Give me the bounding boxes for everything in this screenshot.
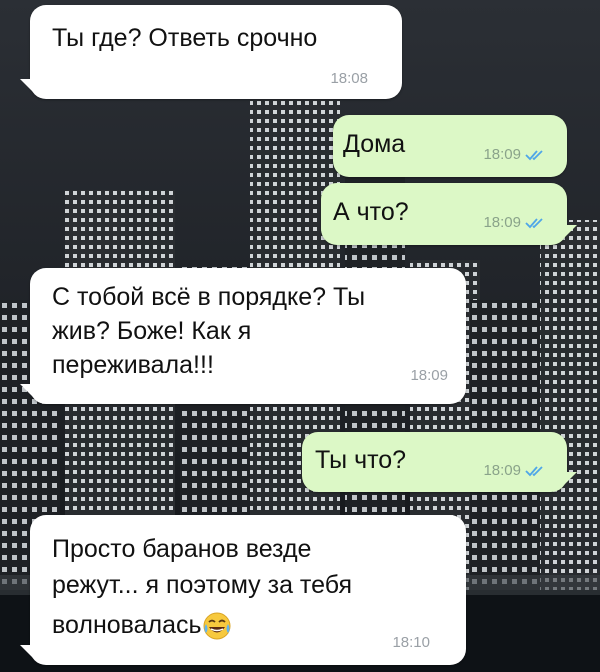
message-text-line-1: С тобой всё в порядке? Ты (52, 283, 366, 311)
message-time: 18:09 (483, 147, 547, 163)
tears-of-joy-emoji-icon (203, 612, 231, 640)
message-time: 18:09 (483, 463, 547, 479)
message-incoming[interactable]: Ты где? Ответь срочно 18:08 (20, 5, 402, 99)
message-outgoing[interactable]: Ты что? 18:09 (302, 432, 577, 492)
message-text-line-2: жив? Боже! Как я (52, 317, 252, 345)
message-time-value: 18:09 (483, 146, 521, 163)
message-text-line-2: режут... я поэтому за тебя (52, 571, 353, 599)
double-check-read-icon (525, 466, 543, 477)
message-time: 18:09 (483, 215, 547, 231)
message-outgoing[interactable]: А что? 18:09 (321, 183, 577, 245)
message-text: Ты что? (315, 446, 407, 474)
message-text-line-3: волновалась (52, 608, 232, 642)
message-text: Ты где? Ответь срочно (52, 24, 318, 52)
message-text: А что? (333, 198, 409, 226)
message-text-line-3: переживала!!! (52, 351, 214, 379)
message-time-value: 18:09 (483, 462, 521, 479)
message-time: 18:09 (410, 367, 448, 384)
message-text-line-1: Просто баранов везде (52, 535, 312, 563)
message-incoming[interactable]: С тобой всё в порядке? Ты жив? Боже! Как… (20, 268, 466, 404)
message-time-value: 18:09 (483, 214, 521, 231)
message-incoming[interactable]: Просто баранов везде режут... я поэтому … (20, 515, 466, 665)
message-text: Дома (343, 130, 406, 158)
message-text-line-3-value: волновалась (52, 611, 202, 639)
double-check-read-icon (525, 218, 543, 229)
message-outgoing[interactable]: Дома 18:09 (333, 115, 567, 177)
message-time: 18:08 (330, 70, 368, 87)
double-check-read-icon (525, 150, 543, 161)
message-time: 18:10 (392, 634, 430, 651)
